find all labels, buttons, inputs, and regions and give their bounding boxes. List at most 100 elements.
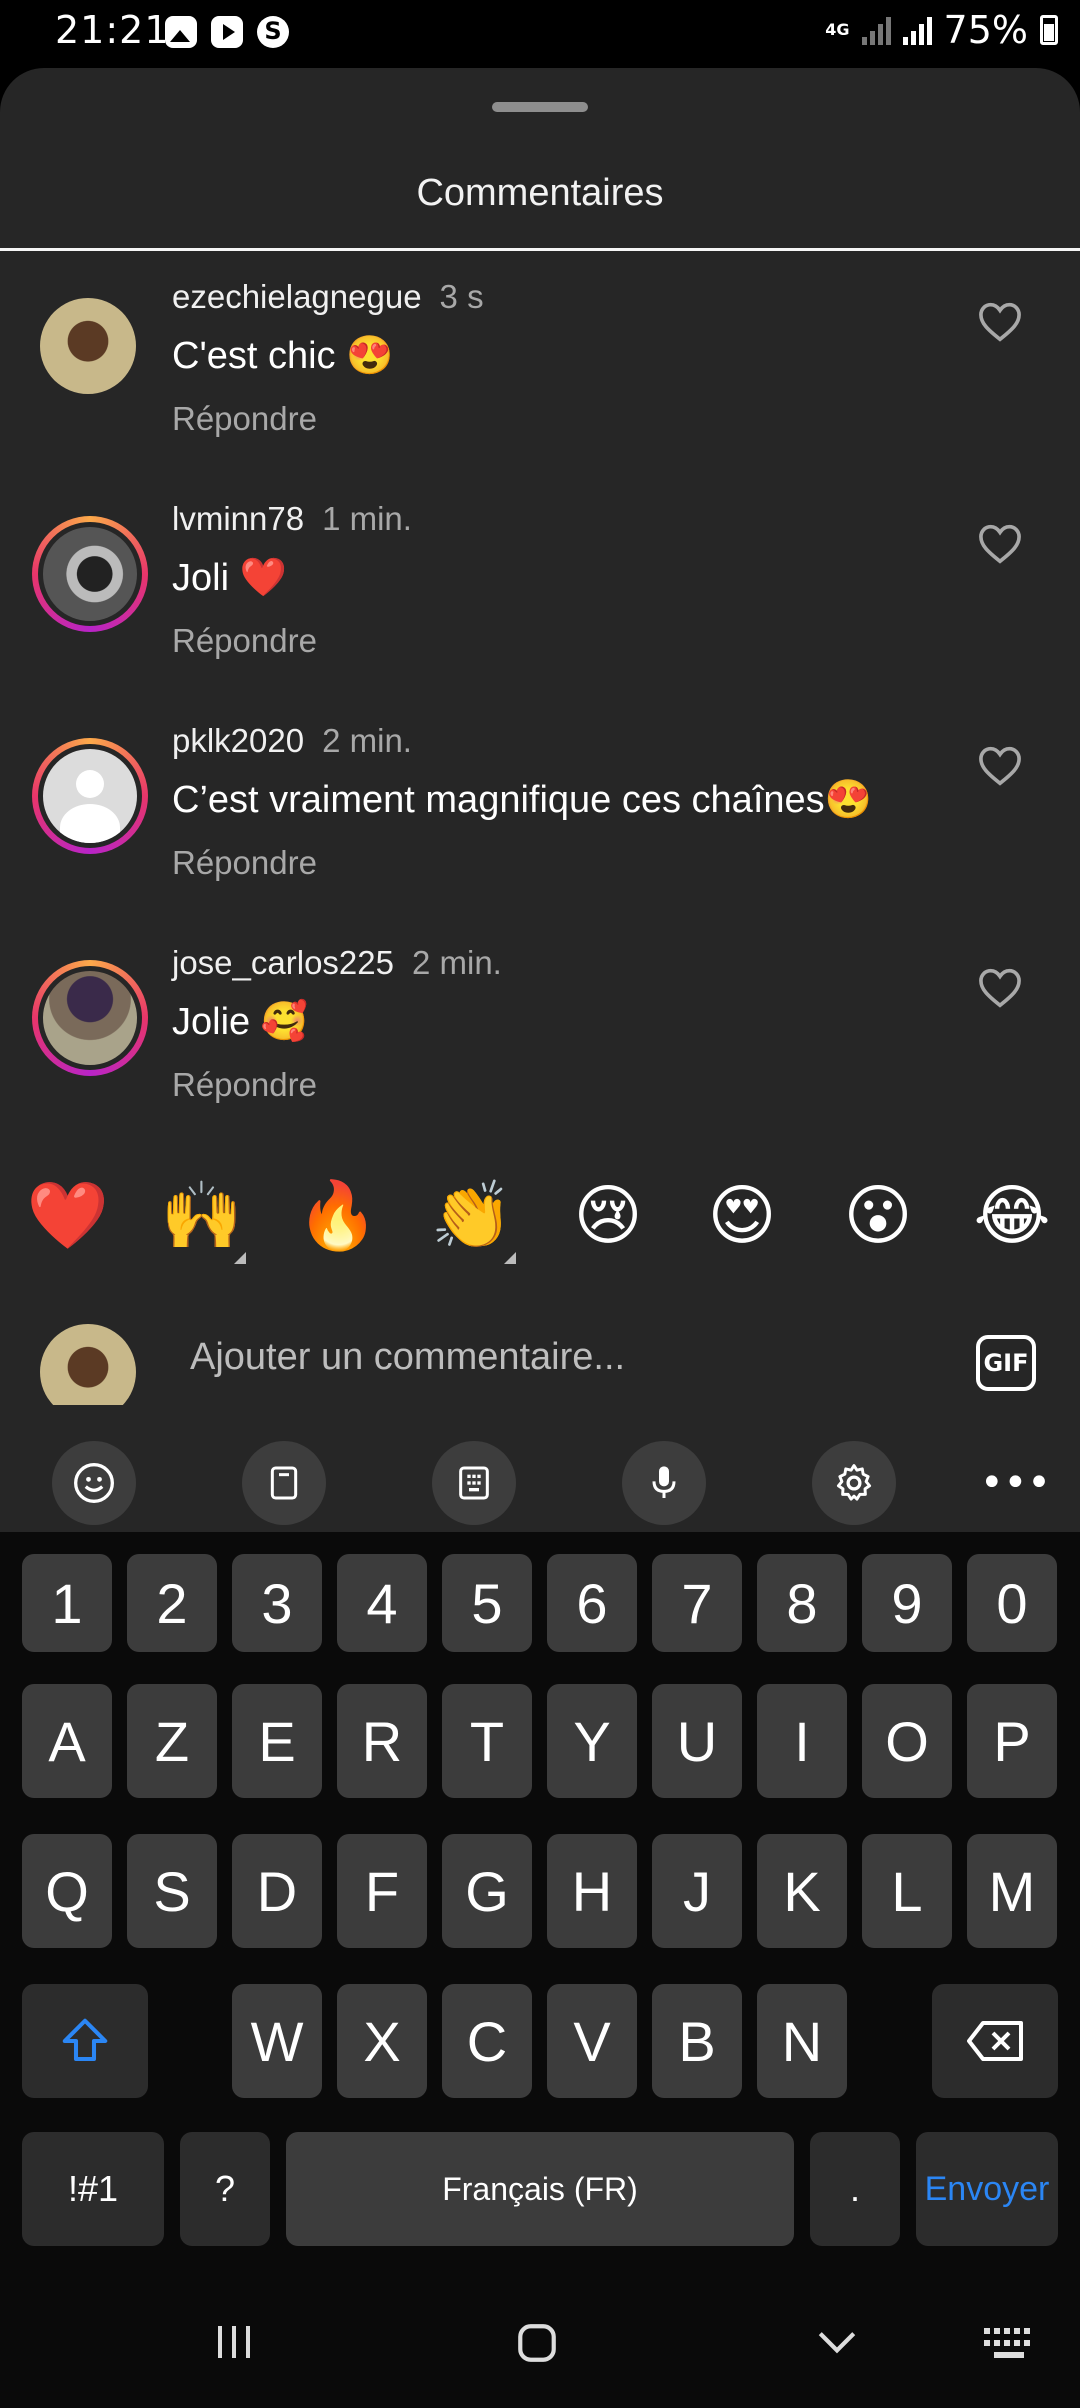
reply-button[interactable]: Répondre (172, 844, 317, 882)
reaction-surprised[interactable]: 😮 (830, 1168, 926, 1264)
key-y[interactable]: Y (547, 1684, 637, 1798)
reaction-heart-eyes[interactable]: 😍 (694, 1168, 790, 1264)
reaction-fire[interactable]: 🔥 (290, 1168, 386, 1264)
comment-time: 3 s (439, 278, 484, 315)
comment-username[interactable]: jose_carlos225 (172, 944, 394, 981)
youtube-icon (211, 16, 243, 48)
key-d[interactable]: D (232, 1834, 322, 1948)
comment-username[interactable]: ezechielagnegue (172, 278, 422, 315)
reaction-laughing[interactable]: 😂 (964, 1168, 1060, 1264)
comment-time: 2 min. (411, 944, 502, 981)
key-6[interactable]: 6 (547, 1554, 637, 1652)
key-l[interactable]: L (862, 1834, 952, 1948)
key-g[interactable]: G (442, 1834, 532, 1948)
shift-key[interactable] (22, 1984, 148, 2098)
comment-text: Jolie 🥰 (172, 1001, 309, 1043)
key-0[interactable]: 0 (967, 1554, 1057, 1652)
key-7[interactable]: 7 (652, 1554, 742, 1652)
keyboard-settings-button[interactable] (812, 1441, 896, 1525)
heart-icon[interactable] (978, 524, 1022, 564)
key-b[interactable]: B (652, 1984, 742, 2098)
key-c[interactable]: C (442, 1984, 532, 2098)
key-4[interactable]: 4 (337, 1554, 427, 1652)
key-x[interactable]: X (337, 1984, 427, 2098)
comment-text: C’est vraiment magnifique ces chaînes😍 (172, 779, 872, 821)
status-time: 21:21 (55, 8, 170, 52)
reply-button[interactable]: Répondre (172, 622, 317, 660)
key-w[interactable]: W (232, 1984, 322, 2098)
key-n[interactable]: N (757, 1984, 847, 2098)
key-z[interactable]: Z (127, 1684, 217, 1798)
backspace-key[interactable] (932, 1984, 1058, 2098)
key-3[interactable]: 3 (232, 1554, 322, 1652)
reaction-clap[interactable]: 👏 (424, 1168, 520, 1264)
keyboard-toolbar: ••• (0, 1405, 1080, 1530)
gif-button[interactable]: GIF (976, 1335, 1036, 1391)
symbols-key[interactable]: !#1 (22, 2132, 164, 2246)
key-u[interactable]: U (652, 1684, 742, 1798)
key-9[interactable]: 9 (862, 1554, 952, 1652)
key-p[interactable]: P (967, 1684, 1057, 1798)
key-8[interactable]: 8 (757, 1554, 847, 1652)
key-2[interactable]: 2 (127, 1554, 217, 1652)
avatar[interactable] (32, 960, 148, 1076)
comments-sheet: Commentaires ezechielagnegue 3 s C'est ch… (0, 68, 1080, 1532)
key-r[interactable]: R (337, 1684, 427, 1798)
key-s[interactable]: S (127, 1834, 217, 1948)
key-5[interactable]: 5 (442, 1554, 532, 1652)
recents-icon[interactable] (212, 2320, 256, 2364)
key-f[interactable]: F (337, 1834, 427, 1948)
home-icon[interactable] (514, 2320, 560, 2366)
space-key[interactable]: Français (FR) (286, 2132, 794, 2246)
hide-keyboard-icon[interactable] (814, 2324, 860, 2360)
comment-header: ezechielagnegue 3 s (172, 278, 484, 316)
reaction-crying[interactable]: 😢 (560, 1168, 656, 1264)
reply-button[interactable]: Répondre (172, 1066, 317, 1104)
key-m[interactable]: M (967, 1834, 1057, 1948)
comment-input[interactable]: Ajouter un commentaire... (190, 1336, 625, 1379)
reaction-heart[interactable]: ❤️ (20, 1168, 116, 1264)
heart-icon[interactable] (978, 302, 1022, 342)
avatar[interactable] (32, 738, 148, 854)
more-options-icon[interactable]: ••• (980, 1463, 1051, 1503)
key-e[interactable]: E (232, 1684, 322, 1798)
voice-input-button[interactable] (622, 1441, 706, 1525)
key-v[interactable]: V (547, 1984, 637, 2098)
header-divider (0, 248, 1080, 251)
clipboard-button[interactable] (242, 1441, 326, 1525)
question-key[interactable]: ? (180, 2132, 270, 2246)
key-t[interactable]: T (442, 1684, 532, 1798)
heart-icon[interactable] (978, 746, 1022, 786)
send-key[interactable]: Envoyer (916, 2132, 1058, 2246)
battery-percent: 75% (943, 8, 1028, 52)
shift-icon (62, 2018, 108, 2062)
comment-item: ezechielagnegue 3 s C'est chic 😍 Répondre (0, 254, 1080, 474)
clipboard-icon (270, 1466, 298, 1500)
key-h[interactable]: H (547, 1834, 637, 1948)
comment-username[interactable]: pklk2020 (172, 722, 304, 759)
key-q[interactable]: Q (22, 1834, 112, 1948)
heart-icon[interactable] (978, 968, 1022, 1008)
keyboard-switch-icon[interactable] (982, 2324, 1036, 2360)
key-1[interactable]: 1 (22, 1554, 112, 1652)
skin-tone-indicator (234, 1252, 246, 1264)
comment-username[interactable]: lvminn78 (172, 500, 304, 537)
sheet-title: Commentaires (416, 172, 664, 214)
navigation-bar (0, 2276, 1080, 2408)
emoji-keyboard-button[interactable] (52, 1441, 136, 1525)
key-a[interactable]: A (22, 1684, 112, 1798)
key-i[interactable]: I (757, 1684, 847, 1798)
period-key[interactable]: . (810, 2132, 900, 2246)
avatar[interactable] (32, 516, 148, 632)
keypad-button[interactable] (432, 1441, 516, 1525)
key-j[interactable]: J (652, 1834, 742, 1948)
key-o[interactable]: O (862, 1684, 952, 1798)
avatar[interactable] (40, 298, 136, 394)
reply-button[interactable]: Répondre (172, 400, 317, 438)
drag-handle[interactable] (492, 102, 588, 112)
gallery-icon (165, 16, 197, 48)
key-k[interactable]: K (757, 1834, 847, 1948)
comment-time: 1 min. (322, 500, 412, 537)
reaction-raised-hands[interactable]: 🙌 (154, 1168, 250, 1264)
keypad-icon (459, 1466, 489, 1500)
